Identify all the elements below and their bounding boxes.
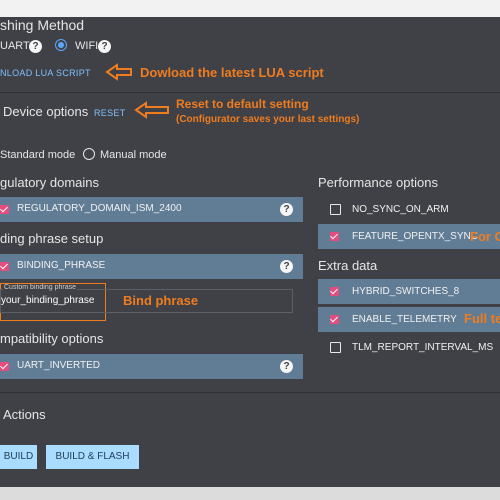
configurator-panel: shing Method UART ? WIFI ? NLOAD LUA SCR… — [0, 17, 500, 487]
enable-telemetry-row[interactable]: ENABLE_TELEMETRY Full te — [318, 307, 500, 332]
regulatory-domain-label: REGULATORY_DOMAIN_ISM_2400 — [17, 203, 182, 214]
enable-telemetry-checkbox[interactable] — [330, 315, 339, 324]
binding-phrase-row[interactable]: BINDING_PHRASE ? — [0, 254, 303, 279]
device-options-title: Device options — [3, 104, 89, 119]
arrow-left-icon — [105, 63, 132, 81]
feature-opentx-sync-row[interactable]: FEATURE_OPENTX_SYNC For O — [318, 224, 500, 249]
custom-binding-phrase-value: your_binding_phrase — [1, 295, 95, 306]
hybrid-switches-row[interactable]: HYBRID_SWITCHES_8 — [318, 279, 500, 304]
binding-phrase-title: ding phrase setup — [0, 231, 104, 246]
annotation-reset-note: (Configurator saves your last settings) — [176, 114, 360, 125]
enable-telemetry-label: ENABLE_TELEMETRY — [352, 314, 457, 325]
flashing-method-title: shing Method — [0, 17, 85, 33]
wifi-label: WIFI — [75, 40, 99, 52]
uart-inverted-help-icon[interactable]: ? — [280, 360, 293, 373]
custom-binding-phrase-field-label: Custom binding phrase — [3, 284, 77, 291]
section-divider — [0, 392, 500, 393]
uart-inverted-label: UART_INVERTED — [17, 360, 100, 371]
manual-mode-radio[interactable] — [83, 148, 95, 160]
standard-mode-label: Standard mode — [0, 149, 76, 161]
feature-opentx-sync-checkbox[interactable] — [330, 232, 339, 241]
regulatory-checkbox[interactable] — [0, 205, 9, 214]
section-divider — [0, 92, 500, 93]
wifi-radio[interactable] — [55, 39, 67, 51]
hybrid-switches-checkbox[interactable] — [330, 287, 339, 296]
tlm-report-interval-checkbox[interactable] — [330, 342, 341, 353]
no-sync-on-arm-checkbox[interactable] — [330, 204, 341, 215]
build-and-flash-button[interactable]: BUILD & FLASH — [46, 445, 139, 469]
download-lua-script-link[interactable]: NLOAD LUA SCRIPT — [0, 68, 91, 78]
actions-title: Actions — [3, 407, 46, 422]
performance-options-title: Performance options — [318, 175, 438, 190]
compatibility-options-title: mpatibility options — [0, 331, 104, 346]
build-button[interactable]: BUILD — [0, 445, 37, 469]
reset-button[interactable]: RESET — [94, 108, 126, 118]
binding-help-icon[interactable]: ? — [280, 260, 293, 273]
uart-label: UART — [0, 40, 30, 52]
window-top-strip — [0, 0, 500, 17]
extra-data-title: Extra data — [318, 258, 378, 273]
annotation-telemetry: Full te — [464, 311, 500, 326]
binding-phrase-label: BINDING_PHRASE — [17, 260, 106, 271]
no-sync-on-arm-row[interactable]: NO_SYNC_ON_ARM — [318, 197, 500, 222]
manual-mode-label: Manual mode — [100, 149, 167, 161]
window-bottom-strip — [0, 487, 500, 500]
regulatory-domain-row[interactable]: REGULATORY_DOMAIN_ISM_2400 ? — [0, 197, 303, 222]
binding-phrase-checkbox[interactable] — [0, 262, 9, 271]
tlm-report-interval-label: TLM_REPORT_INTERVAL_MS — [352, 342, 494, 353]
uart-inverted-row[interactable]: UART_INVERTED ? — [0, 354, 303, 379]
no-sync-on-arm-label: NO_SYNC_ON_ARM — [352, 204, 449, 215]
uart-help-icon[interactable]: ? — [29, 40, 42, 53]
wifi-help-icon[interactable]: ? — [98, 40, 111, 53]
regulatory-help-icon[interactable]: ? — [280, 203, 293, 216]
annotation-bind-phrase: Bind phrase — [123, 293, 199, 308]
feature-opentx-sync-label: FEATURE_OPENTX_SYNC — [352, 231, 478, 242]
annotation-opentx: For O — [470, 229, 500, 244]
annotation-reset: Reset to default setting — [176, 97, 309, 111]
regulatory-domains-title: gulatory domains — [0, 175, 99, 190]
tlm-report-interval-row[interactable]: TLM_REPORT_INTERVAL_MS — [318, 335, 500, 360]
hybrid-switches-label: HYBRID_SWITCHES_8 — [352, 286, 460, 297]
uart-inverted-checkbox[interactable] — [0, 362, 9, 371]
arrow-left-icon — [134, 101, 169, 119]
annotation-download: Dowload the latest LUA script — [140, 65, 324, 80]
